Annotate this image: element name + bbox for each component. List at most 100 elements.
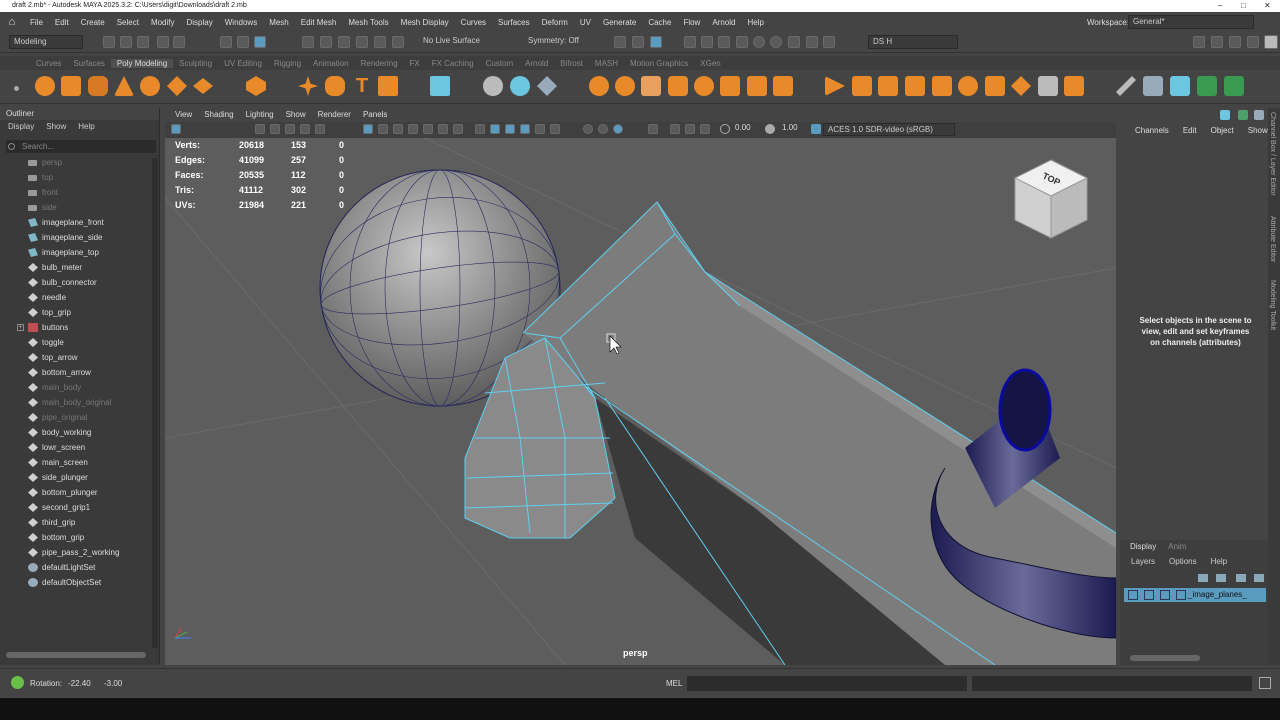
menu-cache[interactable]: Cache xyxy=(642,18,677,27)
symmetry-dropdown[interactable]: Symmetry: Off xyxy=(524,35,604,49)
layer-name[interactable]: _image_planes_ xyxy=(1188,590,1247,599)
platonic-solid-icon[interactable] xyxy=(246,76,266,96)
modeling-toolkit-icon[interactable] xyxy=(1193,36,1205,48)
tab-channel-box[interactable]: Channel Box / Layer Editor xyxy=(1269,112,1276,196)
extrude-icon[interactable] xyxy=(825,76,845,96)
layer-visibility-toggle[interactable] xyxy=(1128,590,1138,600)
outliner-item[interactable]: side_plunger xyxy=(0,470,152,485)
shelf-tab-fx-caching[interactable]: FX Caching xyxy=(426,59,480,68)
cb-menu-edit[interactable]: Edit xyxy=(1176,126,1204,135)
shelf-tab-rendering[interactable]: Rendering xyxy=(355,59,404,68)
outliner-item[interactable]: second_grip1 xyxy=(0,500,152,515)
layer-color-swatch[interactable] xyxy=(1176,590,1186,600)
render-frame-icon[interactable] xyxy=(684,36,696,48)
outliner-item[interactable]: bottom_grip xyxy=(0,530,152,545)
outliner-item[interactable]: bulb_connector xyxy=(0,275,152,290)
outliner-hscrollbar[interactable] xyxy=(6,652,146,658)
xray-icon[interactable] xyxy=(648,124,658,134)
extract-icon[interactable] xyxy=(641,76,661,96)
layer-hscrollbar[interactable] xyxy=(1130,655,1200,661)
vp-menu-shading[interactable]: Shading xyxy=(198,108,239,122)
outliner-item[interactable]: + buttons xyxy=(0,320,152,335)
undo-icon[interactable] xyxy=(157,36,169,48)
layout-icon[interactable] xyxy=(1264,35,1278,49)
poly-plane-icon[interactable] xyxy=(167,76,187,96)
menu-deform[interactable]: Deform xyxy=(536,18,574,27)
poke-icon[interactable] xyxy=(985,76,1005,96)
view-transform-dropdown[interactable]: ACES 1.0 SDR-video (sRGB) xyxy=(823,123,955,136)
select-camera-icon[interactable] xyxy=(171,124,181,134)
outliner-item[interactable]: top xyxy=(0,170,152,185)
close-icon[interactable]: ✕ xyxy=(1264,0,1271,12)
menu-uv[interactable]: UV xyxy=(574,18,597,27)
outliner-item[interactable]: persp xyxy=(0,155,152,170)
backface-icon[interactable] xyxy=(700,124,710,134)
image-plane-icon[interactable] xyxy=(285,124,295,134)
outliner-item[interactable]: imageplane_top xyxy=(0,245,152,260)
quad-draw-icon[interactable] xyxy=(1197,76,1217,96)
arnold-snapshot-icon[interactable] xyxy=(806,36,818,48)
move-layer-up-icon[interactable] xyxy=(1198,574,1208,582)
menu-windows[interactable]: Windows xyxy=(219,18,263,27)
separate-icon[interactable] xyxy=(510,76,530,96)
menu-generate[interactable]: Generate xyxy=(597,18,642,27)
outliner-item[interactable]: defaultLightSet xyxy=(0,560,152,575)
smooth-shade-icon[interactable] xyxy=(490,124,500,134)
live-surface-field[interactable]: No Live Surface xyxy=(419,35,511,49)
move-layer-down-icon[interactable] xyxy=(1216,574,1226,582)
outliner-item[interactable]: third_grip xyxy=(0,515,152,530)
shelf-tab-surfaces[interactable]: Surfaces xyxy=(67,59,111,68)
shelf-tab-uv-editing[interactable]: UV Editing xyxy=(218,59,268,68)
tab-modeling-toolkit[interactable]: Modeling Toolkit xyxy=(1269,280,1276,330)
cb-menu-channels[interactable]: Channels xyxy=(1128,126,1176,135)
save-scene-icon[interactable] xyxy=(137,36,149,48)
new-layer-icon[interactable] xyxy=(1236,574,1246,582)
outliner-menu-show[interactable]: Show xyxy=(40,120,72,134)
append-icon[interactable] xyxy=(905,76,925,96)
viewport-canvas[interactable]: TOP Verts: 20618 153 0 Edges: 41099 257 0 Faces:… xyxy=(165,138,1116,665)
outliner-item[interactable]: side xyxy=(0,200,152,215)
shelf-menu-icon[interactable] xyxy=(14,86,19,91)
safe-action-icon[interactable] xyxy=(438,124,448,134)
smooth-icon[interactable] xyxy=(537,76,557,96)
channel-box-pin-icon[interactable] xyxy=(1220,110,1230,120)
vp-menu-panels[interactable]: Panels xyxy=(357,108,393,122)
outliner-item[interactable]: body_working xyxy=(0,425,152,440)
menu-arnold[interactable]: Arnold xyxy=(706,18,741,27)
outliner-item[interactable]: main_body xyxy=(0,380,152,395)
resolution-gate-icon[interactable] xyxy=(393,124,403,134)
film-gate-icon[interactable] xyxy=(378,124,388,134)
arnold-region-icon[interactable] xyxy=(788,36,800,48)
new-layer-selected-icon[interactable] xyxy=(1254,574,1264,582)
merge-icon[interactable] xyxy=(932,76,952,96)
shelf-tab-arnold[interactable]: Arnold xyxy=(519,59,554,68)
select-by-component-icon[interactable] xyxy=(254,36,266,48)
shelf-tab-custom[interactable]: Custom xyxy=(480,59,520,68)
tool-settings-icon[interactable] xyxy=(1229,36,1241,48)
shelf-tab-mash[interactable]: MASH xyxy=(589,59,624,68)
poly-cylinder-icon[interactable] xyxy=(88,76,108,96)
poly-torus-icon[interactable] xyxy=(140,76,160,96)
remesh-icon[interactable] xyxy=(720,76,740,96)
bridge-icon[interactable] xyxy=(852,76,872,96)
select-by-hierarchy-icon[interactable] xyxy=(220,36,232,48)
outliner-item[interactable]: imageplane_front xyxy=(0,215,152,230)
layer-menu-layers[interactable]: Layers xyxy=(1124,557,1162,566)
home-icon[interactable]: ⌂ xyxy=(0,16,24,28)
outliner-item[interactable]: defaultObjectSet xyxy=(0,575,152,590)
poly-cube-icon[interactable] xyxy=(61,76,81,96)
attribute-editor-icon[interactable] xyxy=(1211,36,1223,48)
grease-pencil-icon[interactable] xyxy=(315,124,325,134)
expand-icon[interactable]: + xyxy=(17,324,24,331)
new-scene-icon[interactable] xyxy=(103,36,115,48)
outliner-item[interactable]: main_body_original xyxy=(0,395,152,410)
snap-grid-icon[interactable] xyxy=(302,36,314,48)
tab-attribute-editor[interactable]: Attribute Editor xyxy=(1269,216,1276,262)
user-account-dropdown[interactable]: DS H xyxy=(868,35,958,49)
pause-icon[interactable] xyxy=(823,36,835,48)
antialias-icon[interactable] xyxy=(598,124,608,134)
shelf-tab-fx[interactable]: FX xyxy=(404,59,426,68)
grid-toggle-icon[interactable] xyxy=(363,124,373,134)
2d-pan-zoom-icon[interactable] xyxy=(300,124,310,134)
outliner-item[interactable]: front xyxy=(0,185,152,200)
